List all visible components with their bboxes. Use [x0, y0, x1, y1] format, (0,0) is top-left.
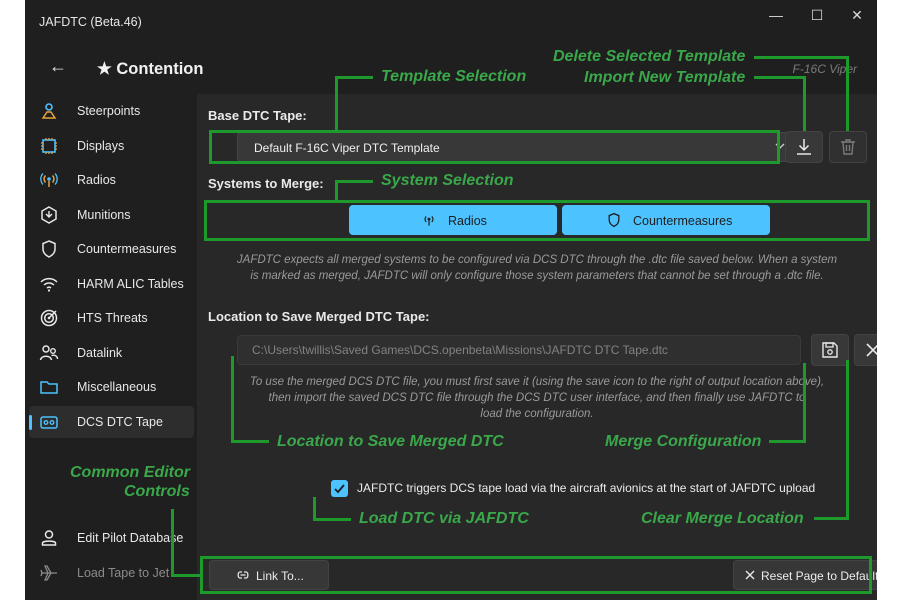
person-icon — [41, 530, 57, 546]
annotation-template-selection: Template Selection — [381, 68, 527, 85]
nav-item-label: HTS Threats — [77, 311, 148, 325]
leader-line — [754, 76, 806, 79]
systems-label: Systems to Merge: — [208, 176, 324, 191]
note-line: JAFDTC expects all merged systems to be … — [236, 254, 838, 266]
output-location-field[interactable]: C:\Users\twillis\Saved Games\DCS.openbet… — [237, 335, 801, 365]
nav-item-load-tape-to-jet[interactable]: Load Tape to Jet — [29, 557, 194, 589]
download-icon — [797, 139, 811, 155]
save-icon — [822, 342, 838, 358]
annotation-common-controls-line1: Common Editor — [70, 464, 190, 481]
nav-item-label: Miscellaneous — [77, 380, 157, 394]
leader-line — [231, 440, 269, 443]
maximize-button[interactable]: ☐ — [804, 7, 830, 25]
checkmark-icon — [334, 484, 345, 494]
note-line: To use the merged DCS DTC file, you must… — [249, 376, 825, 388]
note-line: then import the saved DCS DTC file throu… — [268, 392, 806, 404]
minimize-button[interactable]: — — [763, 7, 789, 25]
annotation-import-template: Import New Template — [584, 69, 746, 86]
nav-item-label: DCS DTC Tape — [77, 415, 163, 429]
shield-icon — [42, 240, 56, 258]
annotation-delete-template: Delete Selected Template — [553, 48, 746, 65]
wifi-icon — [40, 277, 58, 292]
nav-item-label: Munitions — [77, 208, 131, 222]
nav-item-steerpoints[interactable]: Steerpoints — [29, 95, 194, 127]
tape-icon — [40, 416, 58, 429]
trash-icon — [841, 139, 855, 155]
nav-item-radios[interactable]: Radios — [29, 164, 194, 196]
configuration-name: ★ Contention — [97, 60, 204, 78]
output-location-value: C:\Users\twillis\Saved Games\DCS.openbet… — [252, 343, 668, 357]
munitions-icon — [41, 206, 57, 224]
nav-item-harm-alic-tables[interactable]: HARM ALIC Tables — [29, 268, 194, 300]
save-merged-tape-button[interactable] — [811, 334, 849, 366]
leader-line — [335, 76, 338, 131]
avionics-load-checkbox[interactable] — [331, 480, 348, 497]
template-selection-box — [209, 130, 780, 164]
window-title: JAFDTC (Beta.46) — [39, 15, 142, 29]
note-line: is marked as merged, JAFDTC will only co… — [250, 270, 824, 282]
back-arrow-icon[interactable]: ← — [49, 56, 67, 77]
title-bar: JAFDTC (Beta.46) — ☐ ✕ — [25, 0, 877, 40]
common-controls-box — [200, 556, 872, 594]
leader-line — [171, 509, 174, 577]
leader-line — [335, 76, 373, 79]
nav-item-countermeasures[interactable]: Countermeasures — [29, 233, 194, 265]
airplane-icon — [40, 565, 57, 581]
annotation-system-selection: System Selection — [381, 172, 514, 189]
selection-indicator — [29, 415, 32, 430]
nav-item-hts-threats[interactable]: HTS Threats — [29, 302, 194, 334]
nav-item-edit-pilot-database[interactable]: Edit Pilot Database — [29, 522, 194, 554]
nav-item-displays[interactable]: Displays — [29, 130, 194, 162]
nav-item-label: Load Tape to Jet — [77, 566, 170, 580]
leader-line — [846, 56, 849, 131]
leader-line — [171, 574, 201, 577]
nav-item-munitions[interactable]: Munitions — [29, 199, 194, 231]
import-template-button[interactable] — [785, 131, 823, 163]
nav-item-label: Displays — [77, 139, 125, 153]
steerpoint-icon — [41, 103, 57, 119]
nav-item-label: Edit Pilot Database — [77, 531, 184, 545]
nav-item-label: HARM ALIC Tables — [77, 277, 184, 291]
leader-line — [335, 180, 338, 201]
leader-line — [313, 518, 351, 521]
folder-icon — [40, 381, 58, 394]
leader-line — [814, 517, 849, 520]
annotation-common-controls-line2: Controls — [124, 483, 190, 500]
nav-item-dcs-dtc-tape[interactable]: DCS DTC Tape — [29, 406, 194, 438]
nav-item-label: Steerpoints — [77, 104, 141, 118]
leader-line — [846, 360, 849, 520]
leader-line — [231, 356, 234, 442]
note-line: load the configuration. — [480, 408, 594, 420]
save-note: To use the merged DCS DTC file, you must… — [217, 374, 857, 422]
leader-line — [769, 440, 806, 443]
location-label: Location to Save Merged DTC Tape: — [208, 309, 430, 324]
annotation-location: Location to Save Merged DTC — [277, 433, 504, 450]
leader-line — [335, 180, 373, 183]
target-icon — [40, 309, 58, 327]
annotation-merge-configuration: Merge Configuration — [605, 433, 762, 450]
avionics-load-label[interactable]: JAFDTC triggers DCS tape load via the ai… — [357, 481, 815, 495]
annotation-clear-location: Clear Merge Location — [641, 510, 804, 527]
datalink-people-icon — [39, 345, 59, 361]
annotation-load-dtc: Load DTC via JAFDTC — [359, 510, 529, 527]
base-tape-label: Base DTC Tape: — [208, 108, 307, 123]
close-icon — [866, 343, 877, 357]
leader-line — [803, 363, 806, 443]
displays-chip-icon — [41, 138, 57, 154]
merge-note: JAFDTC expects all merged systems to be … — [197, 252, 877, 284]
clear-location-button[interactable] — [854, 334, 877, 366]
nav-item-label: Countermeasures — [77, 242, 177, 256]
leader-line — [754, 56, 849, 59]
nav-item-label: Radios — [77, 173, 116, 187]
radio-antenna-icon — [40, 173, 58, 187]
nav-item-datalink[interactable]: Datalink — [29, 337, 194, 369]
close-window-button[interactable]: ✕ — [844, 7, 870, 25]
nav-item-label: Datalink — [77, 346, 123, 360]
delete-template-button[interactable] — [829, 131, 867, 163]
leader-line — [803, 76, 806, 131]
nav-item-miscellaneous[interactable]: Miscellaneous — [29, 371, 194, 403]
system-selection-box — [204, 200, 870, 241]
